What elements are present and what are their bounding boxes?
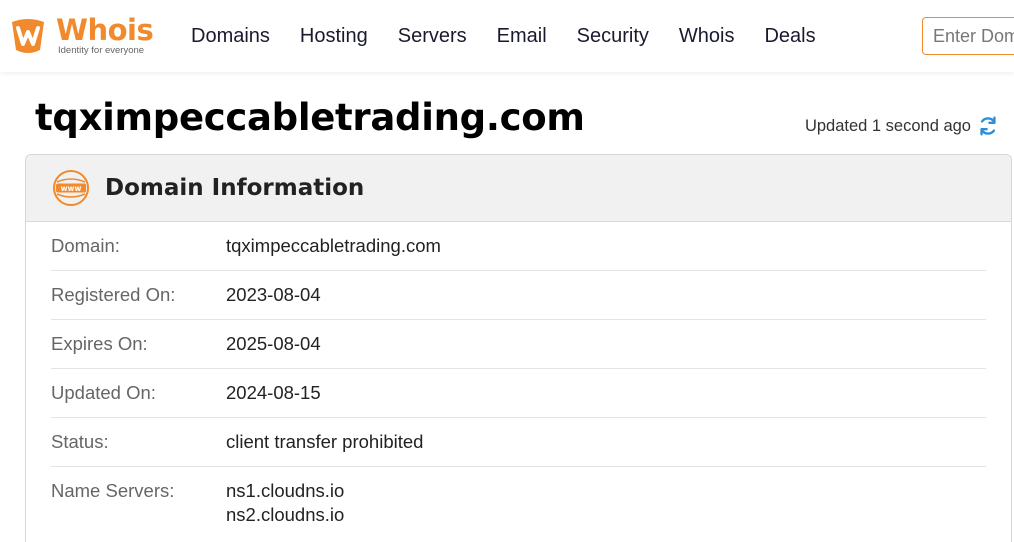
info-row-updated-on: Updated On: 2024-08-15 [51,369,986,418]
row-value: 2024-08-15 [226,382,321,403]
page-title: tqximpeccabletrading.com [35,96,585,139]
row-label: Registered On: [51,284,176,305]
nav-item-deals[interactable]: Deals [749,23,830,49]
nav-item-whois[interactable]: Whois [664,23,750,49]
row-value: 2025-08-04 [226,333,321,354]
domain-info-table: Domain: tqximpeccabletrading.com Registe… [26,222,1011,527]
domain-search-input[interactable] [922,17,1014,55]
row-value: tqximpeccabletrading.com [226,235,441,256]
refresh-icon[interactable] [977,115,999,137]
top-navigation-bar: Whois Identity for everyone Domains Host… [0,0,1014,72]
info-row-registered-on: Registered On: 2023-08-04 [51,271,986,320]
row-label: Status: [51,431,109,452]
logo-wordmark: Whois [56,13,154,48]
info-row-domain: Domain: tqximpeccabletrading.com [51,222,986,271]
nav-item-domains[interactable]: Domains [176,23,285,49]
name-server-item: ns1.cloudns.io [226,480,345,501]
card-title: Domain Information [105,175,365,201]
logo-text: Whois Identity for everyone [56,13,154,57]
row-label: Name Servers: [51,480,175,501]
main-nav: Domains Hosting Servers Email Security W… [176,23,831,49]
row-value: 2023-08-04 [226,284,321,305]
nav-item-hosting[interactable]: Hosting [285,23,383,49]
whois-logo[interactable]: Whois Identity for everyone [6,13,154,58]
row-label: Domain: [51,235,120,256]
nav-item-security[interactable]: Security [562,23,664,49]
nav-item-email[interactable]: Email [482,23,562,49]
logo-tagline: Identity for everyone [58,45,145,57]
info-row-name-servers: Name Servers: ns1.cloudns.io ns2.cloudns… [51,467,986,527]
info-row-status: Status: client transfer prohibited [51,418,986,467]
row-label: Expires On: [51,333,148,354]
www-icon: www [53,170,89,206]
nav-item-servers[interactable]: Servers [383,23,482,49]
updated-timestamp: Updated 1 second ago [804,116,971,135]
domain-information-card: www Domain Information Domain: tqximpecc… [25,154,1012,542]
info-row-expires-on: Expires On: 2025-08-04 [51,320,986,369]
row-label: Updated On: [51,382,156,403]
card-header: www Domain Information [26,155,1011,222]
name-server-list: ns1.cloudns.io ns2.cloudns.io [226,479,344,527]
row-value: client transfer prohibited [226,431,424,452]
update-status: Updated 1 second ago [805,115,999,137]
svg-text:www: www [61,184,82,193]
name-server-item: ns2.cloudns.io [226,504,345,525]
whois-logo-icon [12,19,44,53]
